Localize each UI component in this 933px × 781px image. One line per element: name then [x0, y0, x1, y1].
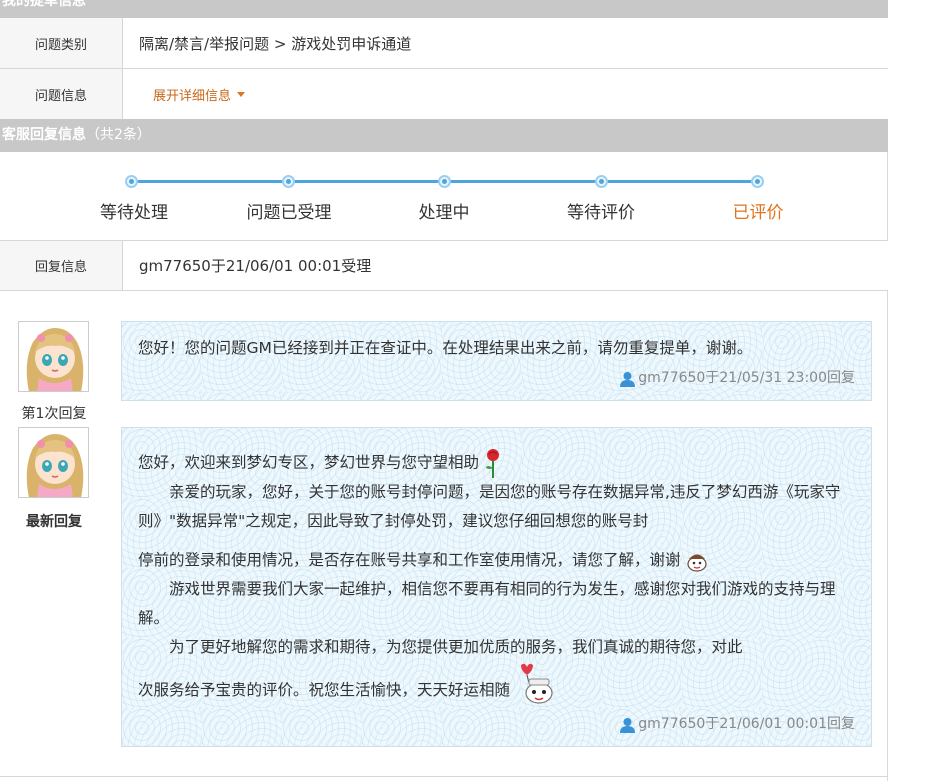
waving-mascot-icon [520, 663, 553, 704]
reply-index-label: 第1次回复 [21, 406, 87, 422]
my-ticket-header: 我的提单信息 [0, 0, 888, 18]
gm-avatar [18, 427, 89, 498]
reply-paragraph: 亲爱的玩家，您好，关于您的账号封停问题，是因您的账号存在数据异常,违反了梦幻西游… [138, 483, 841, 530]
step-dot [595, 175, 608, 188]
reply-list: 第1次回复 您好！您的问题GM已经接到并正在查证中。在处理结果出来之前，请勿重复… [0, 291, 888, 777]
gm-avatar [18, 321, 89, 392]
reply-greeting: 您好，欢迎来到梦幻专区，梦幻世界与您守望相助 [138, 448, 855, 478]
expand-details-label: 展开详细信息 [153, 89, 232, 104]
reply-signature: gm77650于21/05/31 23:00回复 [619, 364, 855, 393]
reply-greeting-text: 您好，欢迎来到梦幻专区，梦幻世界与您守望相助 [138, 453, 480, 472]
reply-text: 您好！您的问题GM已经接到并正在查证中。在处理结果出来之前，请勿重复提单，谢谢。 [138, 339, 753, 357]
ticket-detail-panel: 我的提单信息 问题类别 隔离/禁言/举报问题 > 游戏处罚申诉通道 问题信息 展… [0, 0, 888, 781]
reply-info-row: 回复信息 gm77650于21/06/01 00:01受理 [0, 241, 888, 291]
avatar-girl-icon [19, 428, 88, 497]
reply-bubble-latest: 您好，欢迎来到梦幻专区，梦幻世界与您守望相助 亲爱的玩家，您好，关于您的账号封停… [121, 427, 872, 747]
reply-paragraph: 停前的登录和使用情况，是否存在账号共享和工作室使用情况，请您了解，谢谢 [138, 546, 855, 575]
reply-paragraph: 游戏世界需要我们大家一起维护，相信您不要再有相同的行为发生，感谢您对我们游戏的支… [138, 580, 836, 627]
step-label: 处理中 [418, 203, 470, 223]
reply-bubble: 您好！您的问题GM已经接到并正在查证中。在处理结果出来之前，请勿重复提单，谢谢。… [121, 321, 872, 401]
info-label: 问题信息 [0, 69, 123, 120]
expand-details-link[interactable]: 展开详细信息 [139, 85, 246, 104]
rose-icon [485, 449, 499, 478]
user-icon [620, 717, 636, 733]
reply-info-label: 回复信息 [0, 241, 123, 290]
my-ticket-title: 我的提单信息 [2, 0, 86, 9]
reply-section-title: 客服回复信息 [2, 127, 86, 143]
step-label: 等待评价 [567, 203, 635, 223]
step-dot [438, 175, 451, 188]
avatar-girl-icon [19, 322, 88, 391]
reply-paragraph-text: 停前的登录和使用情况，是否存在账号共享和工作室使用情况，请您了解，谢谢 [138, 551, 681, 569]
caret-down-icon [237, 92, 246, 97]
category-row: 问题类别 隔离/禁言/举报问题 > 游戏处罚申诉通道 [0, 18, 888, 69]
reply-paragraph: 次服务给予宝贵的评价。祝您生活愉快，天天好运相随 [138, 663, 855, 705]
step-label-active: 已评价 [732, 203, 784, 223]
step-dot [282, 175, 295, 188]
step-label: 等待处理 [100, 203, 168, 223]
category-value: 隔离/禁言/举报问题 > 游戏处罚申诉通道 [123, 18, 888, 68]
reply-count: （共2条） [86, 127, 151, 143]
reply-signature-text: gm77650于21/05/31 23:00回复 [638, 370, 855, 386]
reply-info-value: gm77650于21/06/01 00:01受理 [123, 241, 888, 290]
info-row: 问题信息 展开详细信息 [0, 69, 888, 120]
user-icon [620, 371, 636, 387]
progress-steps: 等待处理 问题已受理 处理中 等待评价 已评价 [0, 152, 888, 241]
latest-reply-label: 最新回复 [26, 514, 82, 530]
step-label: 问题已受理 [246, 203, 332, 223]
reply-section-header: 客服回复信息（共2条） [0, 119, 888, 152]
reply-paragraph: 为了更好地解您的需求和期待，为您提供更加优质的服务，我们真诚的期待您，对此 [169, 638, 743, 656]
step-dot [751, 175, 764, 188]
category-label: 问题类别 [0, 18, 123, 68]
reply-closing-text: 次服务给予宝贵的评价。祝您生活愉快，天天好运相随 [138, 681, 511, 699]
reply-signature: gm77650于21/06/01 00:01回复 [619, 710, 855, 739]
step-dot [125, 175, 138, 188]
smiley-icon [687, 554, 708, 572]
reply-signature-text: gm77650于21/06/01 00:01回复 [638, 716, 855, 732]
